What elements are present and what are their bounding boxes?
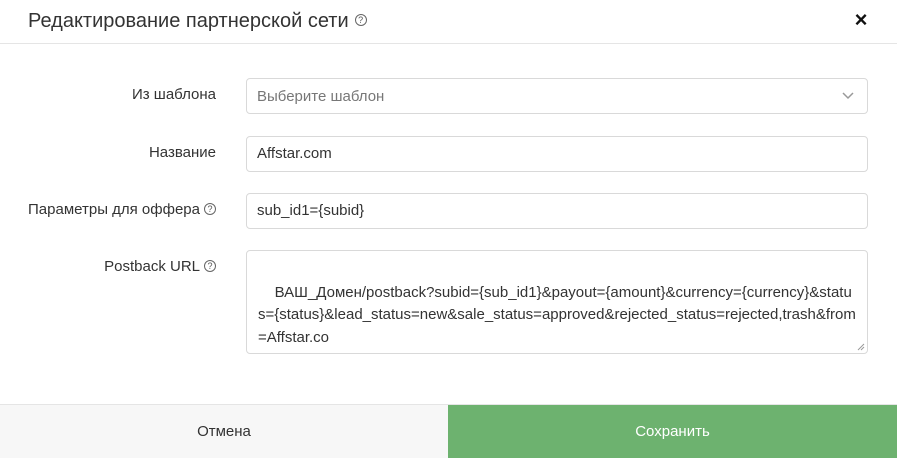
postback-url-value: ВАШ_Домен/postback?subid={sub_id1}&payou… [258,283,856,346]
cancel-button[interactable]: Отмена [0,405,448,458]
dialog-title: Редактирование партнерской сети [28,10,349,32]
save-button[interactable]: Сохранить [448,405,897,458]
edit-affiliate-network-dialog: Редактирование партнерской сети? × Из ша… [0,0,897,458]
dialog-header: Редактирование партнерской сети? × [0,0,897,44]
dialog-footer: Отмена Сохранить [0,404,897,458]
help-icon[interactable]: ? [204,203,216,216]
template-placeholder: Выберите шаблон [257,88,385,105]
template-select[interactable]: Выберите шаблон [246,78,868,114]
offer-params-label: Параметры для оффера [28,201,200,218]
chevron-down-icon [842,92,854,100]
template-label: Из шаблона [131,86,216,103]
close-icon[interactable]: × [853,9,869,31]
help-icon[interactable]: ? [354,13,367,26]
offer-params-input[interactable]: sub_id1={subid} [246,193,868,229]
postback-url-textarea[interactable]: ВАШ_Домен/postback?subid={sub_id1}&payou… [246,250,868,354]
postback-url-label-row: Postback URL? [104,258,216,275]
dialog-title-row: Редактирование партнерской сети? [28,10,367,33]
offer-params-label-row: Параметры для оффера? [28,201,216,218]
postback-url-label: Postback URL [104,258,200,275]
name-label: Название [148,144,216,161]
help-icon[interactable]: ? [204,260,216,273]
resize-handle-icon[interactable] [857,343,865,351]
name-input[interactable]: Affstar.com [246,136,868,172]
